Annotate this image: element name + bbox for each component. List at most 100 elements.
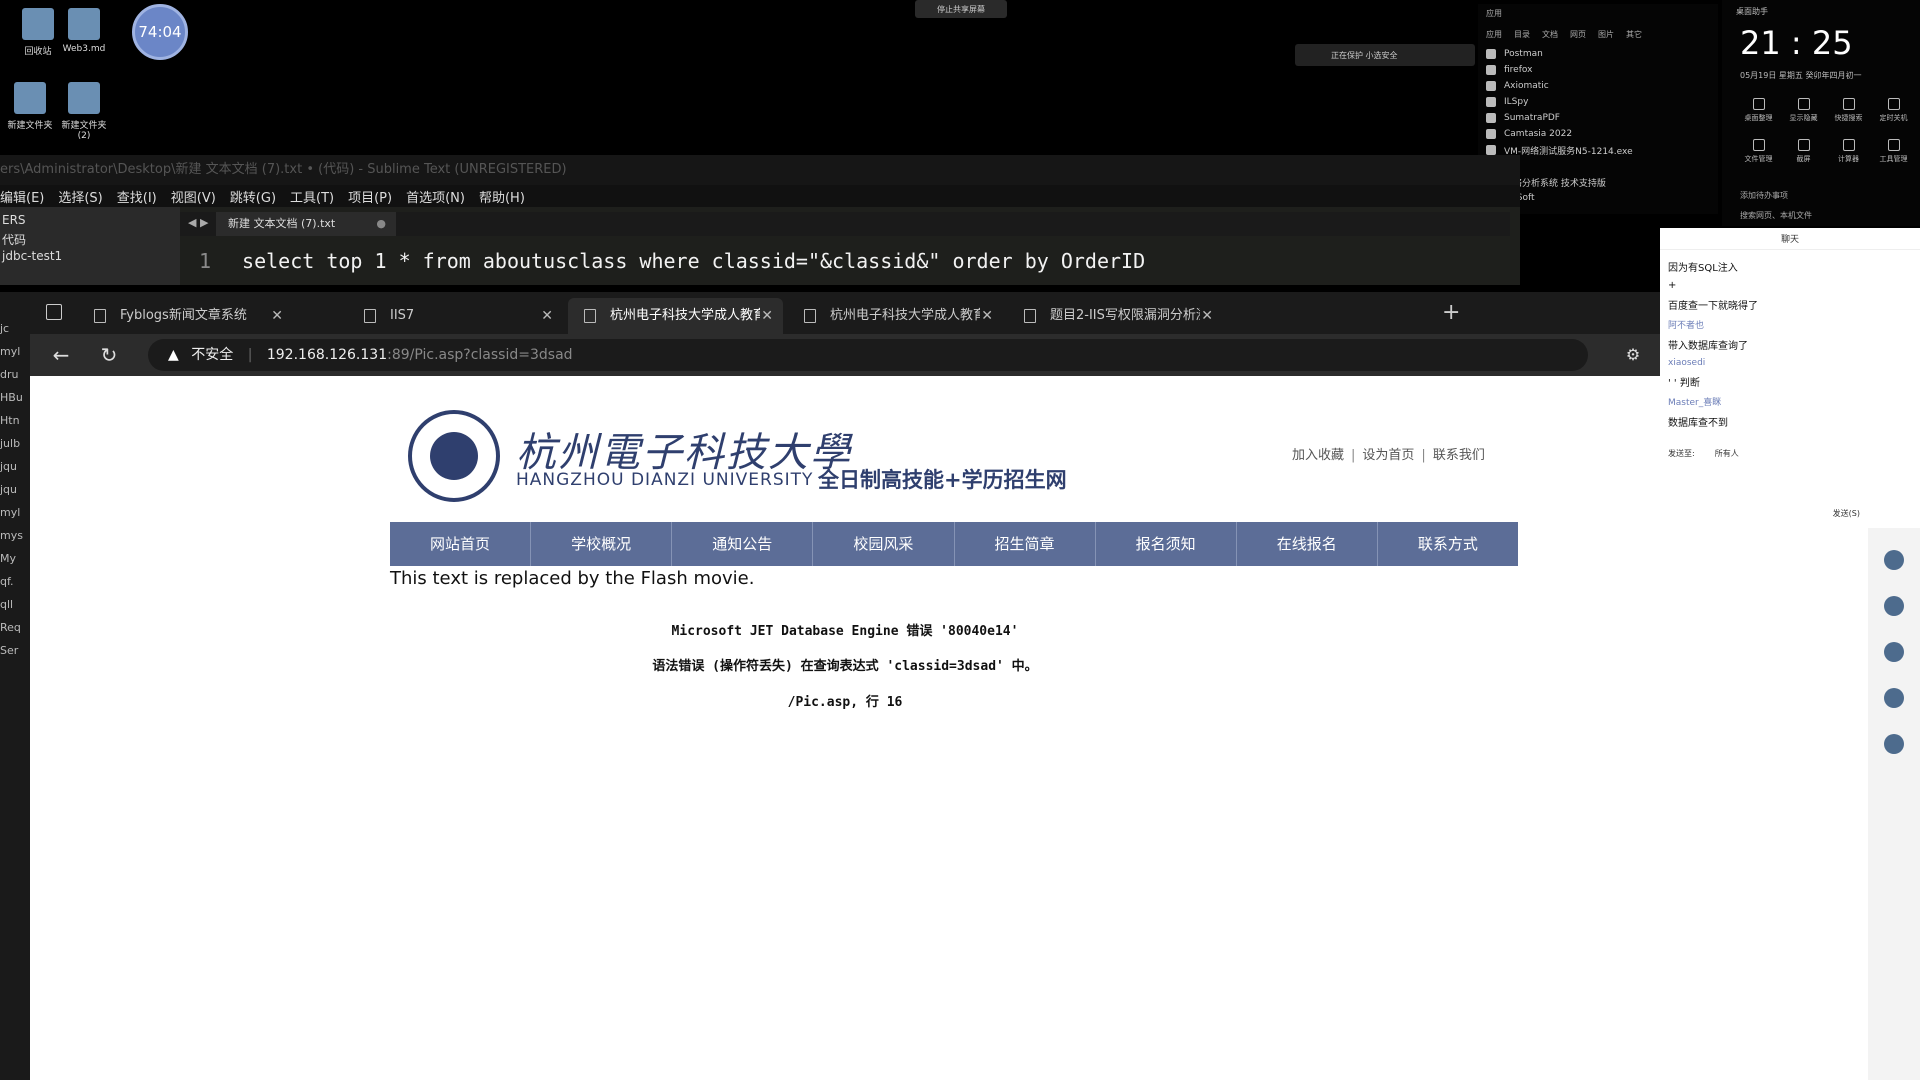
sidebar-file[interactable]: myl <box>0 506 30 529</box>
link-separator: | <box>1351 448 1356 463</box>
tab-scroll-arrows-icon[interactable]: ◀ ▶ <box>188 216 208 229</box>
nav-item[interactable]: 在线报名 <box>1237 522 1378 566</box>
sublime-menu-item[interactable]: 编辑(E) <box>0 187 44 206</box>
close-tab-icon[interactable]: ✕ <box>271 298 283 334</box>
browser-tab[interactable]: IIS7 ✕ <box>348 298 563 334</box>
app-item[interactable]: Postman <box>1478 46 1718 62</box>
top-link[interactable]: 加入收藏 <box>1292 448 1344 463</box>
app-category-tab[interactable]: 网页 <box>1570 29 1586 40</box>
sidebar-file[interactable]: mys <box>0 529 30 552</box>
app-item[interactable]: SumatraPDF <box>1478 110 1718 126</box>
send-target-select[interactable]: 所有人 <box>1715 448 1739 459</box>
app-category-tab[interactable]: 目录 <box>1514 29 1530 40</box>
quick-action[interactable]: 工具管理 <box>1871 139 1916 164</box>
desktop-icon[interactable]: 新建文件夹 <box>0 82 60 131</box>
close-tab-icon[interactable]: ✕ <box>1201 298 1213 334</box>
sidebar-file[interactable]: myl <box>0 345 30 368</box>
sublime-menu-item[interactable]: 首选项(N) <box>406 187 465 206</box>
timer-badge[interactable]: 74:04 <box>132 4 188 60</box>
top-link[interactable]: 联系我们 <box>1433 448 1485 463</box>
nav-item[interactable]: 学校概况 <box>531 522 673 566</box>
app-category-tab[interactable]: 应用 <box>1486 29 1502 40</box>
sublime-tab[interactable]: 新建 文本文档 (7).txt ● <box>216 212 396 236</box>
tab-dirty-dot-icon[interactable]: ● <box>376 212 386 236</box>
nav-item[interactable]: 通知公告 <box>672 522 814 566</box>
sublime-menu-item[interactable]: 选择(S) <box>58 187 102 206</box>
mail-icon[interactable] <box>1884 688 1904 708</box>
app-item[interactable]: ILSpy <box>1478 94 1718 110</box>
sidebar-file[interactable]: dru <box>0 368 30 391</box>
assistant-search[interactable]: 搜索网页、本机文件 <box>1740 210 1812 221</box>
quick-action[interactable]: 截屏 <box>1781 139 1826 164</box>
sidebar-file[interactable]: jqu <box>0 483 30 506</box>
app-item[interactable]: Camtasia 2022 <box>1478 126 1718 142</box>
participant-icon[interactable] <box>1884 550 1904 570</box>
browser-tab[interactable]: 杭州电子科技大学成人教育学院✕ <box>788 298 1003 334</box>
quick-action[interactable]: 桌面整理 <box>1736 98 1781 123</box>
settings-icon[interactable] <box>1884 596 1904 616</box>
sidebar-file[interactable]: julb <box>0 437 30 460</box>
chat-sender-name: Master_喜眯 <box>1668 398 1722 408</box>
sublime-menu-item[interactable]: 查找(I) <box>117 187 157 206</box>
extensions-icon[interactable]: ⚙ <box>1620 342 1646 368</box>
nav-item[interactable]: 招生简章 <box>955 522 1096 566</box>
quick-action[interactable]: 定时关机 <box>1871 98 1916 123</box>
camera-icon[interactable] <box>1884 642 1904 662</box>
app-category-tab[interactable]: 其它 <box>1626 29 1642 40</box>
new-tab-icon[interactable]: + <box>1442 300 1460 325</box>
top-link[interactable]: 设为首页 <box>1362 448 1414 463</box>
sidebar-file[interactable]: My <box>0 552 30 575</box>
sidebar-folder[interactable]: 代码 <box>2 231 178 249</box>
sidebar-file[interactable]: qll <box>0 598 30 621</box>
quick-action[interactable]: 文件管理 <box>1736 139 1781 164</box>
close-tab-icon[interactable]: ✕ <box>981 298 993 334</box>
nav-item[interactable]: 报名须知 <box>1096 522 1237 566</box>
sublime-menu-item[interactable]: 帮助(H) <box>479 187 525 206</box>
add-todo-link[interactable]: 添加待办事项 <box>1740 190 1788 201</box>
quick-action[interactable]: 快捷搜索 <box>1826 98 1871 123</box>
send-button[interactable]: 发送(S) <box>1833 508 1860 519</box>
sidebar-file[interactable]: jqu <box>0 460 30 483</box>
close-tab-icon[interactable]: ✕ <box>761 298 773 334</box>
sidebar-file[interactable]: Req <box>0 621 30 644</box>
back-arrow-icon[interactable]: ← <box>48 342 74 368</box>
nav-item[interactable]: 校园风采 <box>813 522 955 566</box>
desktop-icon[interactable]: Web3.md <box>54 8 114 54</box>
sidebar-folder[interactable]: jdbc-test1 <box>2 249 178 267</box>
browser-tab[interactable]: 题目2-IIS写权限漏洞分析溯源-✕ <box>1008 298 1223 334</box>
clock-date: 05月19日 星期五 癸卯年四月初一 <box>1740 71 1862 80</box>
sidebar-file[interactable]: jc <box>0 322 30 345</box>
tab-actions-icon[interactable] <box>46 304 62 320</box>
sublime-menu-item[interactable]: 视图(V) <box>171 187 216 206</box>
university-seal-icon <box>408 410 500 502</box>
sublime-menu-item[interactable]: 跳转(G) <box>230 187 276 206</box>
chat-window: 聊天 因为有SQL注入 + 百度查一下就晓得了 阿不者也 带入数据库查询了 xiaosed… <box>1660 228 1920 1080</box>
nav-item[interactable]: 联系方式 <box>1378 522 1518 566</box>
quick-action[interactable]: 显示隐藏 <box>1781 98 1826 123</box>
browser-tabbar: Fyblogs新闻文章系统✕IIS7✕杭州电子科技大学成人教育学院✕杭州电子科技… <box>30 292 1660 334</box>
sublime-menu-item[interactable]: 项目(P) <box>348 187 392 206</box>
app-category-tab[interactable]: 图片 <box>1598 29 1614 40</box>
desktop-icon[interactable]: 新建文件夹 (2) <box>54 82 114 141</box>
browser-tab[interactable]: Fyblogs新闻文章系统 ✕ <box>78 298 293 334</box>
sublime-menu-item[interactable]: 工具(T) <box>290 187 334 206</box>
refresh-icon[interactable]: ↻ <box>96 342 122 368</box>
app-item[interactable]: firefox <box>1478 62 1718 78</box>
close-tab-icon[interactable]: ✕ <box>541 298 553 334</box>
stop-share-button[interactable]: 停止共享屏幕 <box>915 0 1007 18</box>
sidebar-file[interactable]: HBu <box>0 391 30 414</box>
code-line[interactable]: select top 1 * from aboutusclass where c… <box>242 249 1145 273</box>
cloud-icon[interactable] <box>1884 734 1904 754</box>
sidebar-folder[interactable]: ERS <box>2 213 178 231</box>
code-editor[interactable]: 1 select top 1 * from aboutusclass where… <box>180 242 1510 280</box>
sidebar-file[interactable]: qf. <box>0 575 30 598</box>
sidebar-file[interactable]: Ser <box>0 644 30 667</box>
browser-tab[interactable]: 杭州电子科技大学成人教育学院✕ <box>568 298 783 334</box>
sidebar-file[interactable]: Htn <box>0 414 30 437</box>
app-item[interactable]: Axiomatic <box>1478 78 1718 94</box>
quick-action[interactable]: 计算器 <box>1826 139 1871 164</box>
nav-item[interactable]: 网站首页 <box>390 522 532 566</box>
chat-send-row: 发送至: 所有人 <box>1668 448 1739 459</box>
address-bar[interactable]: ▲ 不安全 | 192.168.126.131:89/Pic.asp?class… <box>148 339 1588 371</box>
app-category-tab[interactable]: 文档 <box>1542 29 1558 40</box>
